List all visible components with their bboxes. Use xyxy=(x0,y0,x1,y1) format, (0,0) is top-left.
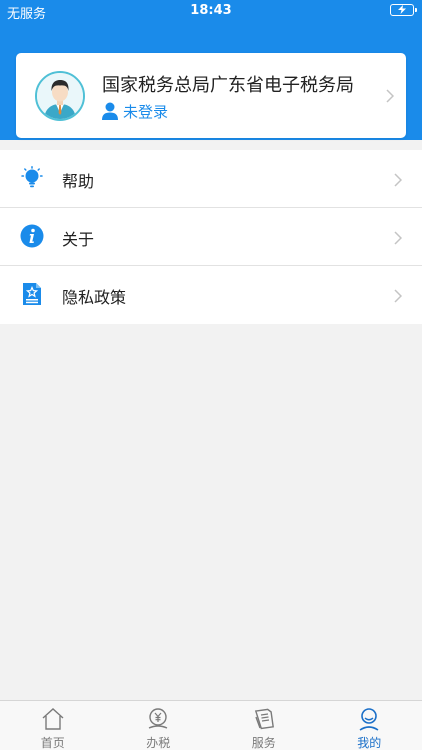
menu-item-help[interactable]: 帮助 xyxy=(0,150,422,208)
user-icon xyxy=(102,102,118,120)
login-status-row[interactable]: 未登录 xyxy=(102,101,168,121)
login-status-text: 未登录 xyxy=(123,102,169,121)
menu-item-label: 帮助 xyxy=(62,172,95,191)
person-avatar-icon xyxy=(35,71,85,121)
chevron-right-icon xyxy=(394,230,403,249)
chevron-right-icon xyxy=(386,88,395,107)
tab-label: 服务 xyxy=(251,736,276,750)
tab-home[interactable]: 首页 xyxy=(0,701,106,750)
chevron-right-icon xyxy=(394,172,403,191)
clock-text: 18:43 xyxy=(190,3,232,18)
battery-charging-icon xyxy=(390,4,417,16)
menu-item-label: 关于 xyxy=(62,230,95,249)
tab-label: 首页 xyxy=(40,736,65,750)
info-icon xyxy=(20,224,44,248)
bottom-tab-bar: 首页 办税 服务 我的 xyxy=(0,700,422,750)
profile-card[interactable]: 国家税务总局广东省电子税务局 未登录 xyxy=(16,53,406,138)
menu-item-label: 隐私政策 xyxy=(62,288,127,307)
menu-item-privacy[interactable]: 隐私政策 xyxy=(0,266,422,324)
chevron-right-icon xyxy=(394,288,403,307)
tab-mine[interactable]: 我的 xyxy=(317,701,422,750)
service-icon xyxy=(252,707,276,731)
yuan-coin-icon xyxy=(146,707,170,731)
tab-tax[interactable]: 办税 xyxy=(106,701,212,750)
tab-label: 我的 xyxy=(357,736,382,750)
org-name: 国家税务总局广东省电子税务局 xyxy=(102,75,354,96)
lightbulb-icon xyxy=(20,166,44,190)
my-page-screen: 无服务 18:43 国家税务总局广东省电子税务局 未登录 帮助 关于 隐私政策 … xyxy=(0,0,422,750)
settings-menu: 帮助 关于 隐私政策 xyxy=(0,150,422,324)
tab-label: 办税 xyxy=(146,736,171,750)
status-bar: 无服务 18:43 xyxy=(0,0,422,22)
profile-icon xyxy=(357,707,381,731)
home-icon xyxy=(41,707,65,731)
menu-item-about[interactable]: 关于 xyxy=(0,208,422,266)
document-star-icon xyxy=(20,282,44,306)
tab-service[interactable]: 服务 xyxy=(211,701,317,750)
